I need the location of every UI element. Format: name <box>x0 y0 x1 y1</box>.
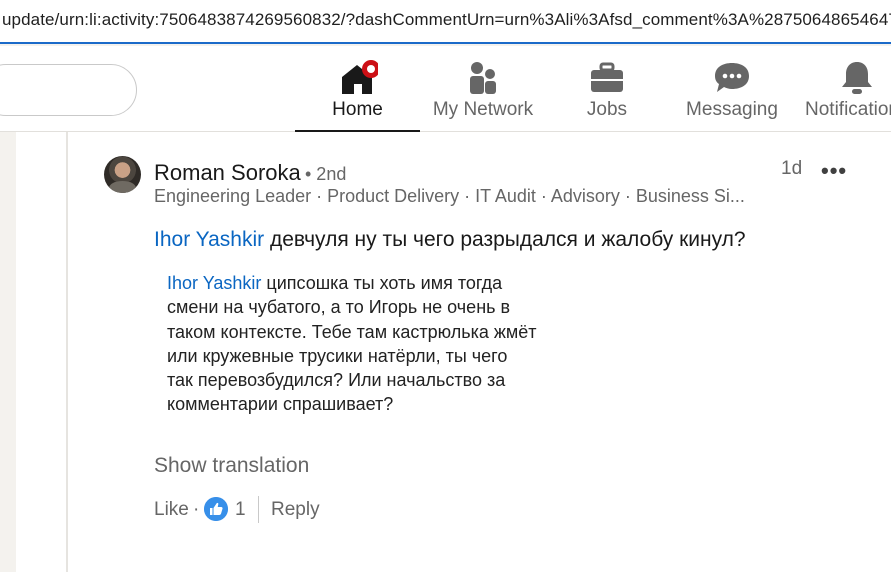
divider <box>258 496 259 523</box>
nav-messaging[interactable]: Messaging <box>682 46 782 132</box>
search-input[interactable] <box>0 64 137 116</box>
reaction-count[interactable]: 1 <box>235 499 246 521</box>
quoted-text: ципсошка ты хоть имя тогда смени на чуба… <box>167 273 537 415</box>
briefcase-icon <box>591 62 623 92</box>
nav-jobs-label: Jobs <box>586 99 628 120</box>
quoted-mention: Ihor Yashkir <box>167 273 262 293</box>
more-options-icon[interactable]: ••• <box>821 158 847 184</box>
reply-button[interactable]: Reply <box>271 499 320 521</box>
show-translation-button[interactable]: Show translation <box>154 454 309 478</box>
comment-body: Ihor Yashkir девчуля ну ты чего разрыдал… <box>154 228 746 252</box>
nav-jobs[interactable]: Jobs <box>567 46 647 132</box>
connection-degree: • 2nd <box>305 164 347 184</box>
like-button[interactable]: Like <box>154 499 189 521</box>
nav-my-network-label: My Network <box>432 99 534 120</box>
comment-time: 1d <box>781 158 803 179</box>
separator-dot: · <box>193 499 200 520</box>
author-headline: Engineering Leader · Product Delivery · … <box>154 186 745 206</box>
chat-icon <box>715 63 749 92</box>
nav-home[interactable]: Home <box>295 46 420 133</box>
nav-home-label: Home <box>332 99 383 120</box>
like-reaction-icon[interactable] <box>204 497 228 521</box>
nav-notifications[interactable]: Notifications <box>805 46 891 132</box>
people-icon <box>470 62 496 94</box>
nav-my-network[interactable]: My Network <box>423 46 543 132</box>
url-text[interactable]: update/urn:li:activity:75064838742695608… <box>2 10 891 30</box>
address-bar[interactable]: update/urn:li:activity:75064838742695608… <box>0 0 891 44</box>
avatar[interactable] <box>104 156 141 193</box>
comment-author[interactable]: Roman Soroka <box>154 160 301 186</box>
quoted-image-text: Ihor Yashkir ципсошка ты хоть имя тогда … <box>167 271 537 417</box>
bell-icon <box>842 62 872 94</box>
thread-line <box>66 132 68 572</box>
mention-link[interactable]: Ihor Yashkir <box>154 228 264 251</box>
nav-messaging-label: Messaging <box>686 99 778 120</box>
home-icon <box>341 60 378 94</box>
comment-text: девчуля ну ты чего разрыдался и жалобу к… <box>264 228 746 251</box>
top-nav: Home My Network Jobs Messaging Notificat… <box>0 46 891 133</box>
nav-notifications-label: Notifications <box>805 99 891 120</box>
